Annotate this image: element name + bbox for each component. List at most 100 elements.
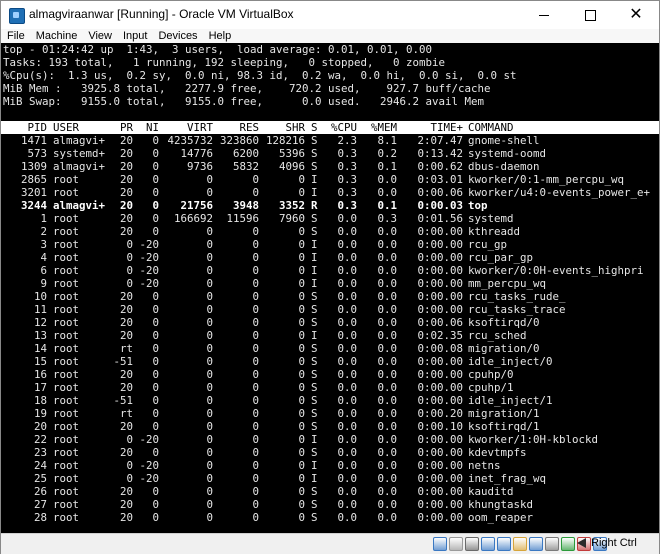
- process-user: root: [53, 186, 80, 199]
- process-state: S: [311, 160, 318, 173]
- process-pid: 3244: [20, 199, 47, 212]
- process-shr: 0: [298, 303, 305, 316]
- maximize-button[interactable]: [567, 1, 613, 29]
- process-row: 23 root 20 0 0 0 0 S 0.0 0.0 0:00.00 kdevtmpfs: [1, 446, 659, 459]
- title-bar[interactable]: almagviraanwar [Running] - Oracle VM Vir…: [1, 1, 659, 29]
- process-command: rcu_sched: [468, 329, 527, 342]
- process-cpu: 0.0: [337, 394, 357, 407]
- network-icon[interactable]: [481, 537, 495, 551]
- process-time: 0:00.00: [417, 446, 463, 459]
- process-pid: 3201: [20, 186, 47, 199]
- process-shr: 0: [298, 186, 305, 199]
- cpu-icon[interactable]: [561, 537, 575, 551]
- process-command: inet_frag_wq: [468, 472, 547, 485]
- process-mem: 0.0: [377, 394, 397, 407]
- process-virt: 0: [206, 251, 213, 264]
- virtualbox-window: almagviraanwar [Running] - Oracle VM Vir…: [0, 0, 660, 554]
- usb-icon[interactable]: [497, 537, 511, 551]
- process-res: 323860: [219, 134, 259, 147]
- process-shr: 0: [298, 290, 305, 303]
- close-icon: ✕: [629, 6, 643, 23]
- process-virt: 0: [206, 368, 213, 381]
- menu-devices[interactable]: Devices: [152, 30, 202, 42]
- process-state: S: [311, 212, 318, 225]
- process-shr: 0: [298, 433, 305, 446]
- audio-icon[interactable]: [465, 537, 479, 551]
- menu-machine[interactable]: Machine: [30, 30, 83, 42]
- menu-input[interactable]: Input: [117, 30, 152, 42]
- process-user: systemd+: [53, 147, 106, 160]
- window-title: almagviraanwar [Running] - Oracle VM Vir…: [29, 7, 294, 21]
- menu-view[interactable]: View: [82, 30, 117, 42]
- process-pid: 1: [40, 212, 47, 225]
- process-shr: 0: [298, 446, 305, 459]
- process-cpu: 0.0: [337, 225, 357, 238]
- process-time: 0:00.00: [417, 251, 463, 264]
- process-pr: 20: [119, 329, 133, 342]
- process-time: 0:00.00: [417, 472, 463, 485]
- process-res: 0: [252, 277, 259, 290]
- process-row: 2865 root 20 0 0 0 0 I 0.3 0.0 0:03.01 kworker/0:1-…: [1, 173, 659, 186]
- process-ni: 0: [152, 316, 159, 329]
- process-cpu: 0.0: [337, 498, 357, 511]
- process-user: root: [53, 472, 80, 485]
- process-virt: 0: [206, 342, 213, 355]
- vm-terminal-screen[interactable]: top - 01:24:42 up 1:43, 3 users, load av…: [1, 43, 659, 533]
- process-cpu: 0.0: [337, 511, 357, 524]
- process-mem: 8.1: [377, 134, 397, 147]
- process-mem: 0.0: [377, 329, 397, 342]
- process-res: 0: [252, 459, 259, 472]
- process-shr: 0: [298, 264, 305, 277]
- process-row: 20 root 20 0 0 0 0 S 0.0 0.0 0:00.10 ksoftirqd/1: [1, 420, 659, 433]
- display-icon[interactable]: [529, 537, 543, 551]
- process-cpu: 0.0: [337, 251, 357, 264]
- process-command: oom_reaper: [468, 511, 534, 524]
- process-virt: 0: [206, 316, 213, 329]
- process-user: root: [53, 368, 80, 381]
- process-row: 10 root 20 0 0 0 0 S 0.0 0.0 0:00.00 rcu_tasks_rude…: [1, 290, 659, 303]
- menu-bar: File Machine View Input Devices Help: [1, 29, 659, 43]
- process-mem: 0.0: [377, 459, 397, 472]
- process-row: 2 root 20 0 0 0 0 S 0.0 0.0 0:00.00 kthreadd: [1, 225, 659, 238]
- process-row: 573 systemd+ 20 0 14776 6200 5396 S 0.3 0.2 0:13.4…: [1, 147, 659, 160]
- menu-help[interactable]: Help: [203, 30, 237, 42]
- process-mem: 0.2: [377, 147, 397, 160]
- process-state: I: [311, 433, 318, 446]
- column-header-ni: NI: [145, 121, 159, 134]
- hard-disk-icon[interactable]: [433, 537, 447, 551]
- process-virt: 0: [206, 446, 213, 459]
- process-pid: 3: [40, 238, 47, 251]
- minimize-button[interactable]: [521, 1, 567, 29]
- close-button[interactable]: ✕: [613, 1, 659, 29]
- process-res: 6200: [232, 147, 259, 160]
- process-res: 0: [252, 511, 259, 524]
- process-pid: 17: [33, 381, 47, 394]
- process-virt: 4235732: [167, 134, 213, 147]
- process-pr: 20: [119, 316, 133, 329]
- process-time: 0:00.62: [417, 160, 463, 173]
- process-state: I: [311, 173, 318, 186]
- process-pr: 20: [119, 225, 133, 238]
- column-header-res: RES: [239, 121, 259, 134]
- recording-icon[interactable]: [545, 537, 559, 551]
- process-virt: 0: [206, 433, 213, 446]
- process-command: ksoftirqd/0: [468, 316, 540, 329]
- process-res: 0: [252, 446, 259, 459]
- process-cpu: 0.0: [337, 381, 357, 394]
- process-mem: 0.0: [377, 446, 397, 459]
- process-pr: 20: [119, 134, 133, 147]
- process-mem: 0.0: [377, 355, 397, 368]
- process-pid: 10: [33, 290, 47, 303]
- menu-file[interactable]: File: [1, 30, 30, 42]
- process-mem: 0.0: [377, 290, 397, 303]
- process-mem: 0.0: [377, 407, 397, 420]
- host-key-label: Right Ctrl: [591, 537, 637, 549]
- process-res: 0: [252, 472, 259, 485]
- optical-drive-icon[interactable]: [449, 537, 463, 551]
- process-row: 27 root 20 0 0 0 0 S 0.0 0.0 0:00.00 khungtaskd: [1, 498, 659, 511]
- shared-folders-icon[interactable]: [513, 537, 527, 551]
- process-pid: 22: [33, 433, 47, 446]
- process-cpu: 0.0: [337, 472, 357, 485]
- process-command: kworker/0:0H-events_highpri: [468, 264, 644, 277]
